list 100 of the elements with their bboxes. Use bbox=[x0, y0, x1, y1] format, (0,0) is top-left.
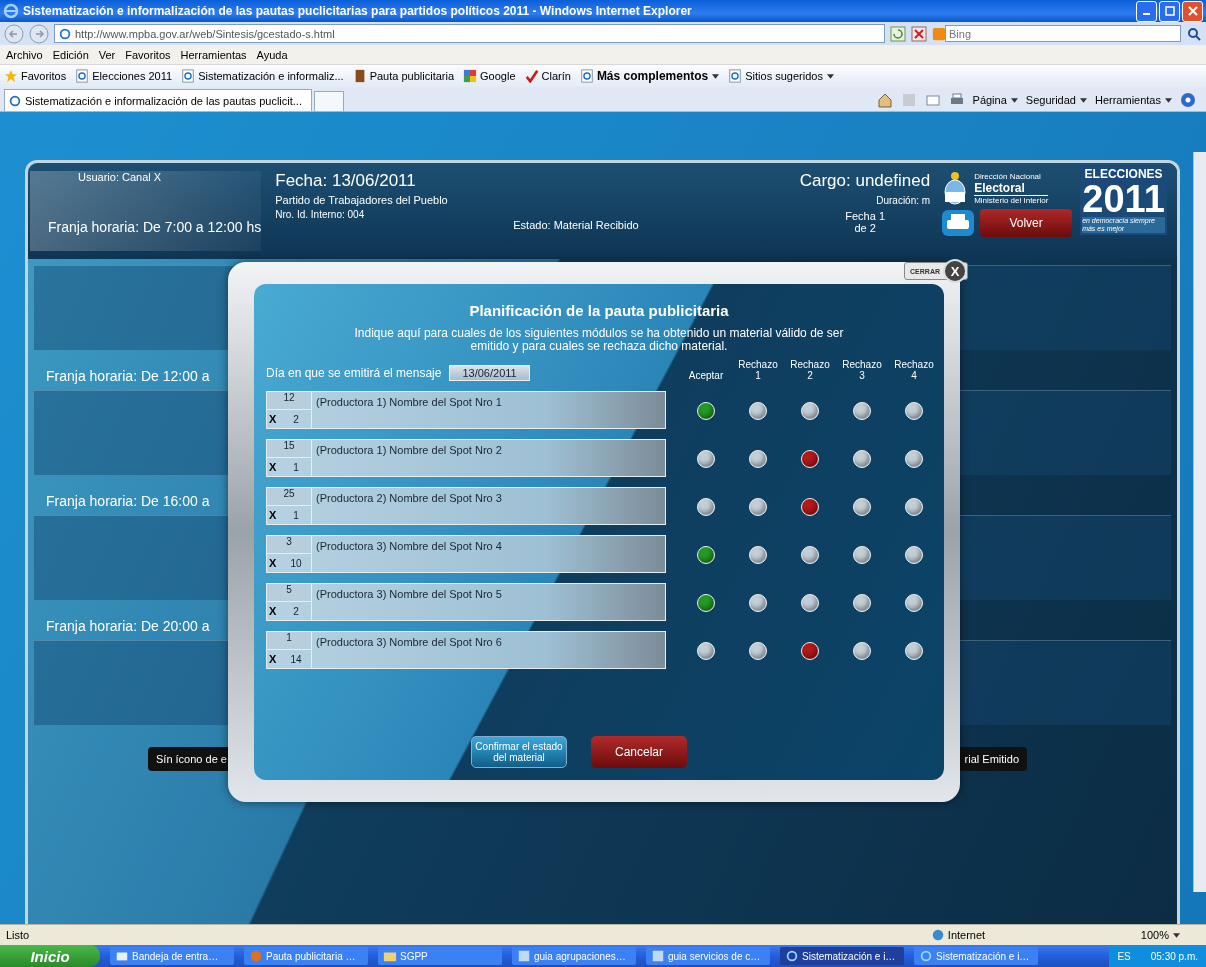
scrollbar[interactable] bbox=[1193, 152, 1206, 892]
minimize-button[interactable] bbox=[1136, 0, 1157, 22]
caret-icon bbox=[1079, 97, 1087, 103]
radio-button[interactable] bbox=[749, 402, 767, 420]
favorites-link[interactable]: Google bbox=[463, 69, 516, 83]
radio-button[interactable] bbox=[853, 546, 871, 564]
radio-button[interactable] bbox=[749, 450, 767, 468]
page-icon bbox=[181, 69, 196, 83]
status-label: Estado: Material Recibido bbox=[513, 219, 640, 231]
close-icon bbox=[1186, 5, 1199, 17]
taskbar-item[interactable]: SGPP bbox=[378, 947, 502, 965]
radio-button[interactable] bbox=[801, 402, 819, 420]
radio-button[interactable] bbox=[697, 450, 715, 468]
radio-button[interactable] bbox=[801, 546, 819, 564]
favorites-button[interactable]: Favoritos bbox=[4, 69, 67, 83]
taskbar-item[interactable]: Bandeja de entra… bbox=[110, 947, 234, 965]
caret-icon bbox=[1165, 97, 1172, 103]
time-slot-label: Franja horaria: De 16:00 a bbox=[46, 493, 210, 509]
favorites-link[interactable]: Elecciones 2011 bbox=[75, 69, 173, 83]
radio-button[interactable] bbox=[801, 450, 819, 468]
radio-button[interactable] bbox=[749, 498, 767, 516]
command-menu[interactable]: Página bbox=[972, 94, 1018, 106]
command-menu[interactable]: Seguridad bbox=[1025, 94, 1087, 106]
favorites-link[interactable]: Pauta publicitaria bbox=[352, 69, 455, 83]
back-button[interactable]: Volver bbox=[980, 209, 1073, 237]
menu-item[interactable]: Ver bbox=[98, 48, 116, 61]
internal-id: Nro. Id. Interno: 004 bbox=[275, 209, 366, 220]
help-icon[interactable] bbox=[1180, 92, 1196, 108]
squares-icon bbox=[463, 69, 478, 83]
menu-item[interactable]: Favoritos bbox=[125, 48, 171, 61]
radio-button[interactable] bbox=[905, 546, 923, 564]
radio-button[interactable] bbox=[801, 594, 819, 612]
radio-button[interactable] bbox=[905, 402, 923, 420]
radio-button[interactable] bbox=[853, 594, 871, 612]
browser-icon bbox=[249, 949, 263, 963]
radio-button[interactable] bbox=[697, 498, 715, 516]
date-label: Día en que se emitirá el mensaje bbox=[266, 366, 442, 380]
taskbar-item[interactable]: Pauta publicitaria … bbox=[244, 947, 368, 965]
menu-item[interactable]: Archivo bbox=[6, 48, 43, 61]
document-icon bbox=[517, 949, 531, 963]
radio-button[interactable] bbox=[905, 594, 923, 612]
favorites-link[interactable]: Sitios sugeridos bbox=[728, 69, 834, 83]
radio-button[interactable] bbox=[905, 642, 923, 660]
favorites-link[interactable]: Clarín bbox=[524, 69, 571, 83]
maximize-button[interactable] bbox=[1159, 0, 1180, 22]
logo-text: Ministerio del Interior bbox=[974, 195, 1049, 205]
stop-icon[interactable] bbox=[911, 25, 927, 42]
clock: 05:30 p.m. bbox=[1150, 950, 1198, 962]
radio-button[interactable] bbox=[749, 642, 767, 660]
dialog-title: Planificación de la pauta publicitaria bbox=[469, 302, 729, 319]
taskbar-item[interactable]: Sistematización e i… bbox=[914, 947, 1038, 965]
printer-icon[interactable] bbox=[942, 210, 975, 236]
logo-year: 2011 bbox=[1082, 181, 1165, 217]
radio-button[interactable] bbox=[697, 642, 715, 660]
duration-label: Duración: m bbox=[876, 195, 931, 206]
radio-button[interactable] bbox=[749, 594, 767, 612]
cargo-label: Cargo: undefined bbox=[799, 171, 931, 191]
user-label: Usuario: Canal X bbox=[77, 171, 163, 183]
radio-button[interactable] bbox=[697, 402, 715, 420]
radio-button[interactable] bbox=[905, 450, 923, 468]
date-label: Fecha: 13/06/2011 bbox=[275, 171, 417, 191]
search-field[interactable]: Bing bbox=[945, 25, 1181, 42]
zone-indicator: Internet bbox=[930, 928, 1081, 942]
radio-button[interactable] bbox=[853, 450, 871, 468]
radio-button[interactable] bbox=[853, 402, 871, 420]
radio-button[interactable] bbox=[853, 498, 871, 516]
radio-button[interactable] bbox=[801, 498, 819, 516]
menu-item[interactable]: Edición bbox=[52, 48, 89, 61]
caret-icon bbox=[1173, 932, 1180, 938]
date-field[interactable]: 13/06/2011 bbox=[449, 365, 530, 381]
address-field[interactable]: http://www.mpba.gov.ar/web/Sintesis/gcestado-s.html bbox=[54, 24, 885, 43]
taskbar-item[interactable]: guia servicios de c… bbox=[646, 947, 770, 965]
menu-item[interactable]: Ayuda bbox=[256, 48, 288, 61]
radio-button[interactable] bbox=[801, 642, 819, 660]
radio-button[interactable] bbox=[905, 498, 923, 516]
menu-item[interactable]: Herramientas bbox=[180, 48, 247, 61]
refresh-icon[interactable] bbox=[890, 25, 906, 42]
favorites-link[interactable]: Sistematización e informaliz... bbox=[181, 69, 344, 83]
cancel-button[interactable]: Cancelar bbox=[591, 736, 687, 768]
radio-button[interactable] bbox=[749, 546, 767, 564]
page-icon bbox=[728, 69, 743, 83]
search-icon[interactable] bbox=[1186, 25, 1202, 42]
favorites-link[interactable]: Más complementos bbox=[579, 69, 720, 83]
taskbar-item[interactable]: Sistematización e i… bbox=[780, 947, 904, 965]
radio-button[interactable] bbox=[853, 642, 871, 660]
confirm-button[interactable]: Confirmar el estado del material bbox=[471, 736, 567, 768]
browser-tab[interactable]: Sistematización e informalización de las pautas puclicit... bbox=[4, 89, 312, 111]
command-menu[interactable]: Herramientas bbox=[1094, 94, 1172, 106]
logo-text: Dirección Nacional bbox=[974, 171, 1042, 181]
radio-button[interactable] bbox=[697, 546, 715, 564]
close-button[interactable] bbox=[1182, 0, 1203, 22]
status-text: Listo bbox=[6, 929, 31, 941]
time-slot-label: Franja horaria: De 20:00 a bbox=[46, 618, 210, 634]
taskbar-item[interactable]: guia agrupaciones… bbox=[512, 947, 636, 965]
dialog-description: Indique aquí para cuales de los siguientes módulos se ha obtenido un material válido de ser emitido y para cuales se rechaza dicho material. bbox=[353, 327, 845, 353]
home-icon[interactable] bbox=[876, 92, 893, 108]
search-provider-icon bbox=[932, 26, 946, 41]
language-indicator[interactable]: ES bbox=[1117, 950, 1131, 962]
radio-button[interactable] bbox=[697, 594, 715, 612]
zoom-control[interactable]: 100% bbox=[1140, 929, 1180, 941]
